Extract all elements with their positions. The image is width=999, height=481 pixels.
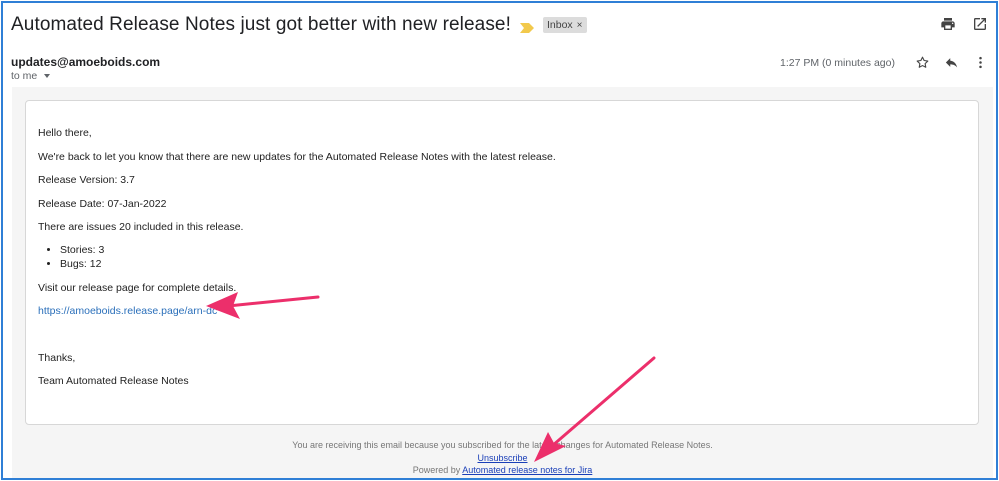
message-card: Hello there, We're back to let you know … bbox=[25, 100, 979, 425]
remove-label-icon[interactable]: × bbox=[577, 20, 583, 31]
footer-powered-row: Powered by Automated release notes for J… bbox=[3, 465, 996, 475]
top-actions bbox=[940, 16, 988, 32]
release-date: Release Date: 07-Jan-2022 bbox=[38, 198, 167, 210]
footer-notice: You are receiving this email because you… bbox=[292, 440, 713, 450]
recipient-text: to me bbox=[11, 70, 38, 82]
message-meta: 1:27 PM (0 minutes ago) bbox=[780, 55, 988, 70]
release-page-link[interactable]: https://amoeboids.release.page/arn-dc bbox=[38, 305, 217, 317]
unsubscribe-link[interactable]: Unsubscribe bbox=[477, 453, 527, 463]
recipient-toggle[interactable]: to me bbox=[11, 70, 51, 82]
inbox-label-text: Inbox bbox=[546, 19, 573, 31]
footer-unsubscribe-row: Unsubscribe bbox=[3, 453, 996, 463]
list-item: Bugs: 12 bbox=[60, 257, 104, 271]
powered-by-link[interactable]: Automated release notes for Jira bbox=[462, 465, 592, 475]
subject-row: Automated Release Notes just got better … bbox=[11, 14, 587, 36]
issue-breakdown-list: Stories: 3 Bugs: 12 bbox=[60, 243, 104, 271]
intro-text: We're back to let you know that there ar… bbox=[38, 151, 556, 163]
message-time: 1:27 PM (0 minutes ago) bbox=[780, 56, 895, 69]
thanks-text: Thanks, bbox=[38, 352, 76, 364]
more-vert-icon[interactable] bbox=[973, 55, 988, 70]
chevron-down-icon[interactable] bbox=[44, 74, 51, 78]
email-subject: Automated Release Notes just got better … bbox=[11, 14, 511, 35]
greeting: Hello there, bbox=[38, 127, 92, 139]
visit-text: Visit our release page for complete deta… bbox=[38, 282, 237, 294]
powered-by-text: Powered by bbox=[412, 465, 461, 475]
print-icon[interactable] bbox=[940, 16, 956, 32]
inbox-label[interactable]: Inbox × bbox=[542, 17, 587, 33]
issue-count: There are issues 20 included in this rel… bbox=[38, 221, 244, 233]
sender-address: updates@amoeboids.com bbox=[11, 55, 161, 69]
importance-marker-icon[interactable] bbox=[519, 20, 534, 33]
star-icon[interactable] bbox=[915, 55, 930, 70]
release-version: Release Version: 3.7 bbox=[38, 174, 135, 186]
signature: Team Automated Release Notes bbox=[38, 375, 189, 387]
open-in-new-window-icon[interactable] bbox=[972, 16, 988, 32]
reply-icon[interactable] bbox=[944, 55, 959, 70]
list-item: Stories: 3 bbox=[60, 243, 104, 257]
email-window: Automated Release Notes just got better … bbox=[1, 1, 998, 480]
